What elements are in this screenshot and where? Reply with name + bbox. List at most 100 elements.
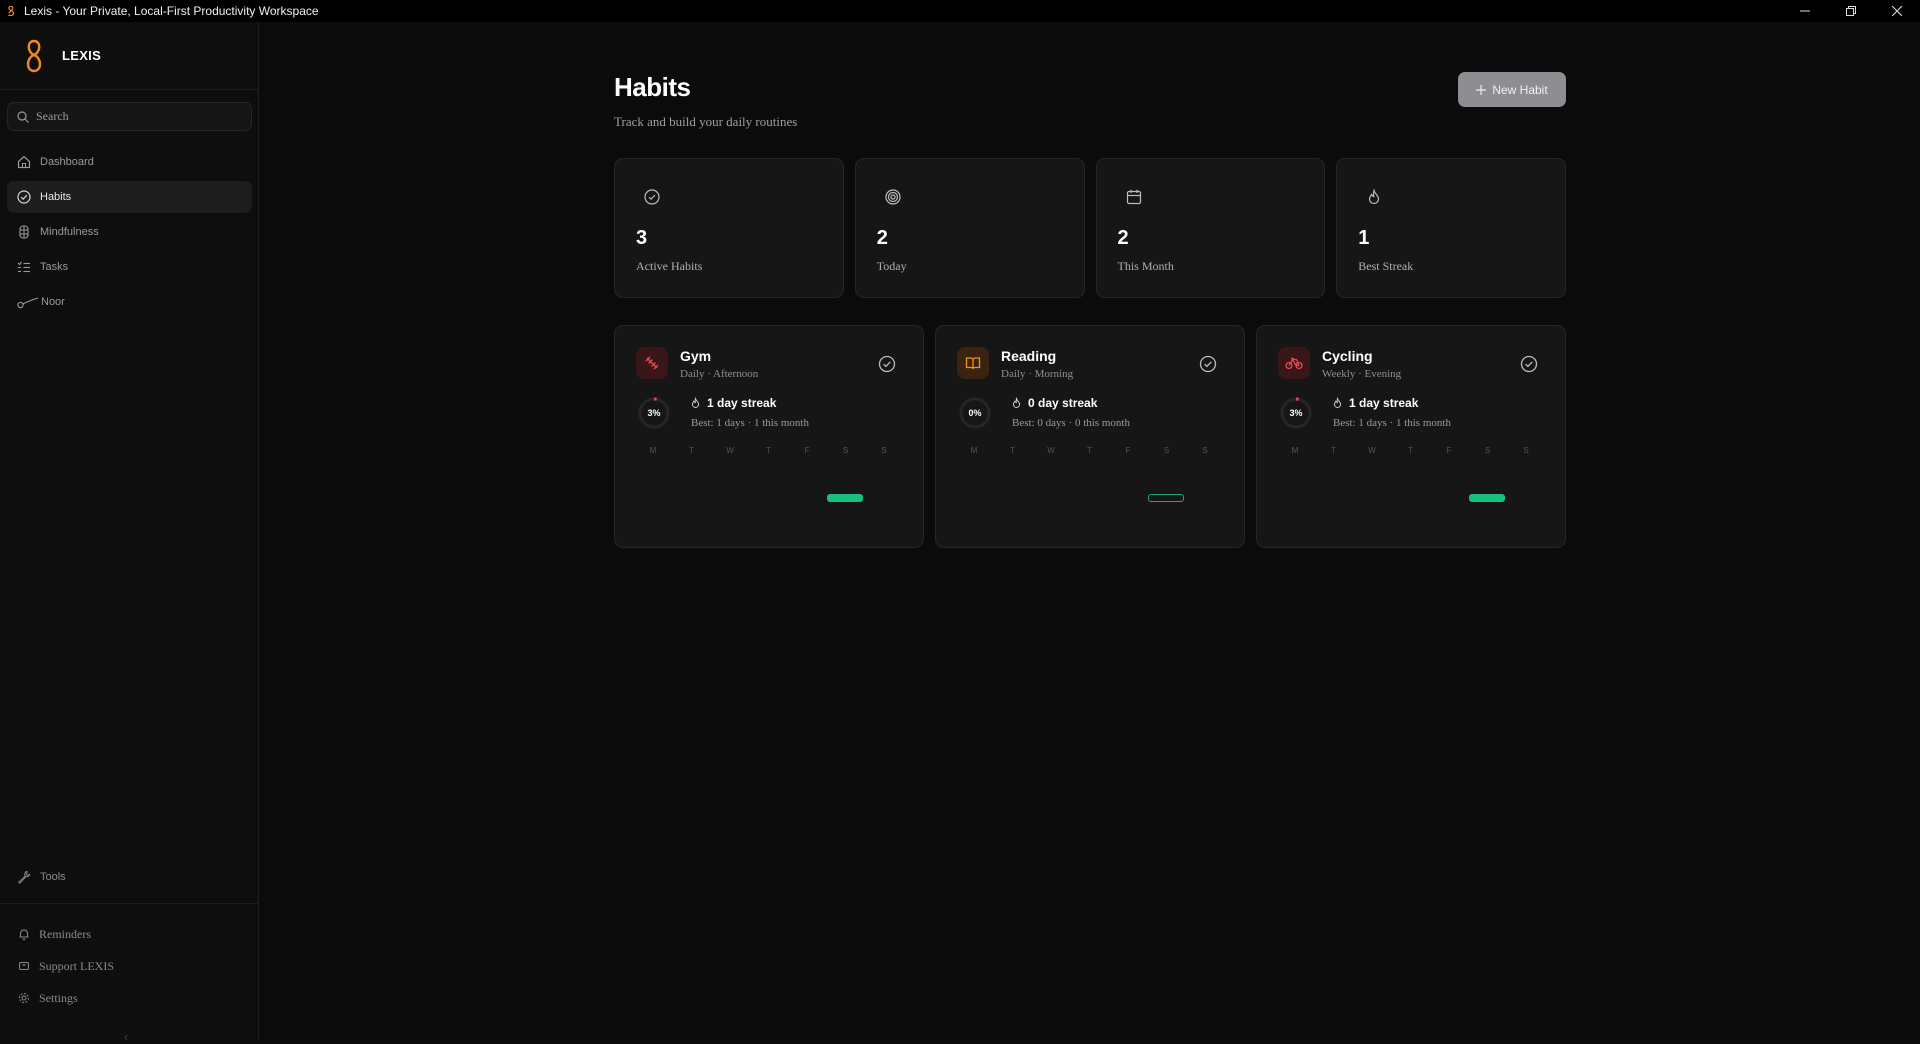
weekday-label: M: [970, 446, 978, 455]
minimize-button[interactable]: [1782, 0, 1828, 22]
bell-icon: [19, 929, 29, 940]
habit-icon-wrap: [1278, 347, 1310, 379]
weekday-label: W: [1047, 446, 1055, 455]
page-title: Habits: [614, 72, 691, 102]
progress-percent: 3%: [1289, 408, 1303, 418]
mark-complete-icon[interactable]: [1520, 355, 1538, 373]
list-check-icon: [17, 261, 30, 273]
best-text: Best: 1 days · 1 this month: [691, 417, 809, 429]
sidebar-item-noor[interactable]: Noor: [7, 286, 252, 318]
streak-text: 0 day streak: [1028, 396, 1098, 410]
window-title: Lexis - Your Private, Local-First Produc…: [24, 4, 319, 18]
stat-card-active-habits: 3 Active Habits: [614, 158, 844, 298]
weekday-row: M T W T F S S: [1278, 446, 1543, 455]
habit-frequency: Daily · Afternoon: [680, 368, 759, 380]
mark-complete-icon[interactable]: [1199, 355, 1217, 373]
weekday-row: M T W T F S S: [636, 446, 901, 455]
target-icon: [885, 189, 901, 205]
stat-label: Today: [876, 259, 907, 273]
new-habit-button[interactable]: New Habit: [1458, 72, 1566, 107]
weekday-label: T: [689, 446, 694, 455]
bottom-link-label: Reminders: [39, 926, 91, 941]
sidebar-item-label: Tasks: [40, 261, 69, 273]
window-controls: [1782, 0, 1920, 22]
reminders-link[interactable]: Reminders: [18, 918, 114, 950]
main-content: Habits Track and build your daily routin…: [260, 22, 1920, 1041]
habit-icon-wrap: [636, 347, 668, 379]
progress-ring: 3%: [1278, 395, 1314, 431]
book-icon: [965, 357, 981, 370]
restore-button[interactable]: [1828, 0, 1874, 22]
streak-text: 1 day streak: [707, 396, 777, 410]
sidebar-item-dashboard[interactable]: Dashboard: [7, 146, 252, 178]
weekday-label: M: [649, 446, 657, 455]
mark-complete-icon[interactable]: [878, 355, 896, 373]
habit-card-cycling[interactable]: Cycling Weekly · Evening 3% 1 day streak…: [1256, 325, 1566, 548]
stat-label: This Month: [1117, 259, 1174, 273]
weekday-label: S: [1163, 446, 1170, 455]
check-circle-icon: [644, 189, 660, 205]
habit-frequency: Weekly · Evening: [1322, 368, 1402, 380]
progress-percent: 0%: [968, 408, 982, 418]
weekday-label: T: [1331, 446, 1336, 455]
bottom-link-label: Support LEXIS: [39, 958, 114, 973]
plus-icon: [1476, 84, 1487, 95]
brand: LEXIS: [0, 22, 258, 90]
habit-card-reading[interactable]: Reading Daily · Morning 0% 0 day streak …: [935, 325, 1245, 548]
today-progress-bar: [1148, 494, 1184, 502]
streak-row: 0 day streak: [1011, 396, 1097, 410]
chevron-left-icon: ‹: [124, 1030, 128, 1044]
sidebar-item-label: Mindfulness: [40, 226, 99, 238]
weekday-label: T: [1010, 446, 1015, 455]
weekday-label: W: [1368, 446, 1376, 455]
support-link[interactable]: Support LEXIS: [18, 950, 114, 982]
sidebar-item-tools[interactable]: Tools: [17, 870, 66, 884]
progress-percent: 3%: [647, 408, 661, 418]
weekday-label: F: [804, 446, 810, 455]
habit-card-gym[interactable]: Gym Daily · Afternoon 3% 1 day streak Be…: [614, 325, 924, 548]
sidebar-item-label: Noor: [41, 296, 65, 308]
close-icon: [1892, 6, 1902, 16]
stat-label: Active Habits: [636, 259, 703, 273]
lexis-logo-icon: [26, 39, 42, 72]
page-subtitle: Track and build your daily routines: [614, 114, 798, 129]
weekday-label: S: [1484, 446, 1491, 455]
stats-row: 3 Active Habits 2 Today 2 This Month 1 B…: [614, 158, 1566, 298]
sidebar-item-tasks[interactable]: Tasks: [7, 251, 252, 283]
stat-card-today: 2 Today: [854, 158, 1085, 298]
window-titlebar: ꝸ Lexis - Your Private, Local-First Prod…: [0, 0, 1920, 22]
flame-icon: [1012, 397, 1021, 408]
streak-row: 1 day streak: [1332, 396, 1418, 410]
sidebar-bottom-links: Reminders Support LEXIS Settings: [18, 918, 114, 1014]
restore-icon: [1846, 6, 1856, 16]
weekday-label: M: [1291, 446, 1299, 455]
collapse-sidebar-button[interactable]: ‹: [124, 1030, 128, 1044]
sidebar-item-label: Habits: [40, 191, 72, 203]
habit-icon-wrap: [957, 347, 989, 379]
brand-name: LEXIS: [62, 48, 102, 63]
sidebar-item-mindfulness[interactable]: Mindfulness: [7, 216, 252, 248]
flame-icon: [691, 397, 700, 408]
stat-value: 2: [1117, 227, 1129, 249]
weekday-label: F: [1446, 446, 1452, 455]
flame-icon: [1369, 189, 1380, 205]
weekday-label: T: [1408, 446, 1413, 455]
habit-cards: Gym Daily · Afternoon 3% 1 day streak Be…: [614, 325, 1566, 548]
noor-icon: [17, 297, 39, 309]
streak-text: 1 day streak: [1349, 396, 1419, 410]
weekday-label: W: [726, 446, 734, 455]
bottom-link-label: Settings: [39, 990, 78, 1005]
home-icon: [17, 155, 31, 169]
stat-card-this-month: 2 This Month: [1095, 158, 1326, 298]
search-input[interactable]: Search: [7, 102, 252, 131]
flame-icon: [1333, 397, 1342, 408]
gear-icon: [19, 993, 29, 1003]
settings-link[interactable]: Settings: [18, 982, 114, 1014]
sidebar-item-habits[interactable]: Habits: [7, 181, 252, 213]
sidebar: LEXIS Search Dashboard Habits Mindfulnes…: [0, 22, 259, 1044]
close-button[interactable]: [1874, 0, 1920, 22]
weekday-label: T: [766, 446, 771, 455]
check-circle-icon: [17, 190, 31, 204]
stat-value: 1: [1358, 227, 1370, 249]
minimize-icon: [1800, 10, 1810, 12]
